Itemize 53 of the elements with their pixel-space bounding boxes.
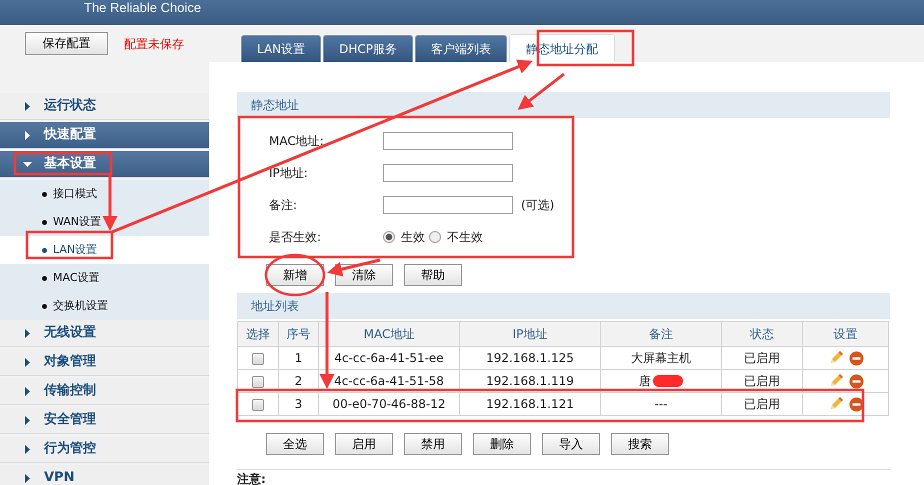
table-cell: 00-e0-70-46-88-12 — [318, 392, 460, 416]
table-button[interactable]: 禁用 — [404, 433, 462, 455]
section-header: 静态地址 — [237, 92, 890, 118]
sidebar-subitem[interactable]: LAN设置 — [0, 236, 209, 264]
table-cell: 192.168.1.125 — [460, 346, 600, 370]
tab[interactable]: 静态地址分配 — [509, 34, 616, 62]
table-cell: 1 — [278, 346, 318, 370]
table-cell: 大屏幕主机 — [631, 351, 691, 365]
tagline: The Reliable Choice — [84, 0, 202, 15]
unsaved-notice: 配置未保存 — [124, 36, 184, 50]
table-cell: --- — [654, 397, 668, 411]
sidebar-subitem[interactable]: 接口模式 — [0, 180, 209, 208]
table-button[interactable]: 搜索 — [611, 433, 669, 455]
sidebar-subitem[interactable]: 交换机设置 — [0, 292, 209, 320]
column-header: 状态 — [722, 322, 802, 346]
section-header: 地址列表 — [237, 293, 890, 319]
table-cell: 已启用 — [722, 346, 802, 370]
table-button[interactable]: 全选 — [266, 433, 324, 455]
save-config-button[interactable]: 保存配置 — [25, 32, 108, 55]
tab[interactable]: DHCP服务 — [323, 35, 414, 62]
field-label: MAC地址: — [269, 134, 325, 148]
column-header: 序号 — [278, 322, 318, 346]
table-cell: 已启用 — [722, 392, 802, 416]
form-button[interactable]: 新增 — [266, 264, 324, 286]
form-button[interactable]: 帮助 — [404, 264, 462, 286]
radio-label: 生效 — [401, 230, 425, 244]
field-label: 是否生效: — [269, 230, 322, 244]
column-header: 备注 — [600, 322, 722, 346]
table-cell: 4c-cc-6a-41-51-58 — [318, 370, 460, 392]
field-label: IP地址: — [269, 166, 309, 180]
table-cell: 192.168.1.121 — [460, 392, 600, 416]
table-cell: 已启用 — [722, 370, 802, 392]
note-heading: 注意: — [237, 473, 267, 485]
optional-hint: (可选) — [521, 198, 554, 212]
table-cell: 3 — [278, 392, 318, 416]
column-header: 设置 — [802, 322, 888, 346]
field-label: 备注: — [269, 198, 298, 212]
tab[interactable]: LAN设置 — [241, 35, 322, 62]
table-cell: 2 — [278, 370, 318, 392]
table-cell: 唐 — [639, 374, 651, 388]
column-header: 选择 — [238, 322, 278, 346]
column-header: MAC地址 — [318, 322, 460, 346]
table-cell: 192.168.1.119 — [460, 370, 600, 392]
table-button[interactable]: 导入 — [542, 433, 600, 455]
table-button[interactable]: 启用 — [335, 433, 393, 455]
table-cell: 4c-cc-6a-41-51-ee — [318, 346, 460, 370]
tab[interactable]: 客户端列表 — [415, 35, 508, 62]
sidebar-subitem[interactable]: MAC设置 — [0, 264, 209, 292]
radio-label: 不生效 — [447, 230, 483, 244]
column-header: IP地址 — [460, 322, 600, 346]
sidebar-subitem[interactable]: WAN设置 — [0, 208, 209, 236]
table-button[interactable]: 删除 — [473, 433, 531, 455]
sidebar-item[interactable]: 快速配置 — [0, 122, 209, 149]
